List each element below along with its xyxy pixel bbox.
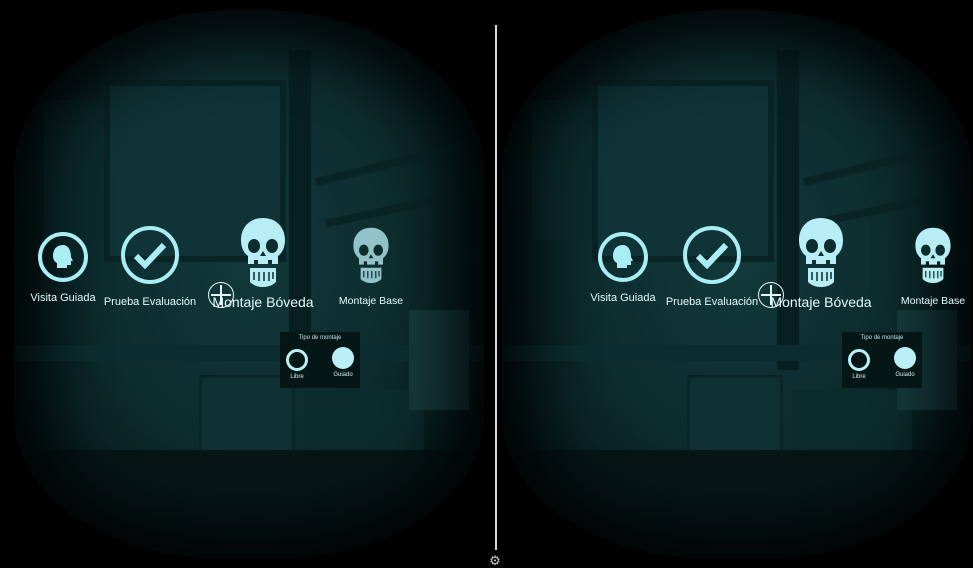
gaze-reticle-icon [758, 282, 784, 308]
libre-option[interactable]: Libre [282, 349, 312, 380]
prueba-evaluacion-label: Prueba Evaluación [665, 296, 759, 308]
montaje-base-button[interactable]: Montaje Base [332, 225, 410, 307]
guiado-option[interactable]: Guiado [328, 347, 358, 378]
skull-front-icon [799, 218, 843, 287]
skull-front-icon [353, 227, 389, 283]
radio-selected-icon [332, 347, 354, 369]
libre-option[interactable]: Libre [844, 349, 874, 380]
prueba-evaluacion-button[interactable]: Prueba Evaluación [660, 226, 764, 308]
right-eye-view: Visita Guiada Prueba Evaluación Montaje … [502, 10, 972, 558]
visita-guiada-button[interactable]: Visita Guiada [590, 232, 656, 304]
visita-guiada-label: Visita Guiada [590, 292, 656, 304]
skull-side-icon [38, 232, 88, 282]
guiado-label: Guiado [895, 372, 915, 378]
guiado-label: Guiado [333, 372, 353, 378]
montaje-boveda-button[interactable]: Montaje Bóveda [770, 216, 872, 310]
libre-label: Libre [852, 374, 866, 380]
radio-unselected-icon [848, 349, 870, 371]
skull-front-icon [241, 218, 285, 287]
visita-guiada-label: Visita Guiada [30, 292, 96, 304]
visita-guiada-button[interactable]: Visita Guiada [30, 232, 96, 304]
montaje-boveda-label: Montaje Bóveda [770, 294, 872, 310]
checkmark-icon [683, 226, 741, 284]
libre-label: Libre [290, 374, 304, 380]
prueba-evaluacion-button[interactable]: Prueba Evaluación [98, 226, 202, 308]
tipo-montaje-title: Tipo de montaje [298, 335, 342, 341]
tipo-montaje-title: Tipo de montaje [860, 335, 904, 341]
montaje-base-label: Montaje Base [338, 295, 404, 307]
checkmark-icon [121, 226, 179, 284]
tipo-montaje-panel: Tipo de montaje Libre Guiado [842, 332, 922, 388]
montaje-base-button[interactable]: Montaje Base [894, 225, 972, 307]
gaze-reticle-icon [208, 282, 234, 308]
montaje-base-label: Montaje Base [900, 295, 966, 307]
skull-side-icon [598, 232, 648, 282]
tipo-montaje-panel: Tipo de montaje Libre Guiado [280, 332, 360, 388]
left-eye-view: Visita Guiada Prueba Evaluación Montaje … [14, 10, 484, 558]
skull-front-icon [915, 227, 951, 283]
radio-unselected-icon [286, 349, 308, 371]
radio-selected-icon [894, 347, 916, 369]
guiado-option[interactable]: Guiado [890, 347, 920, 378]
vr-stereo-view: Visita Guiada Prueba Evaluación Montaje … [0, 0, 973, 567]
prueba-evaluacion-label: Prueba Evaluación [103, 296, 197, 308]
stereo-divider [495, 25, 497, 550]
gear-icon[interactable]: ⚙ [488, 554, 502, 568]
